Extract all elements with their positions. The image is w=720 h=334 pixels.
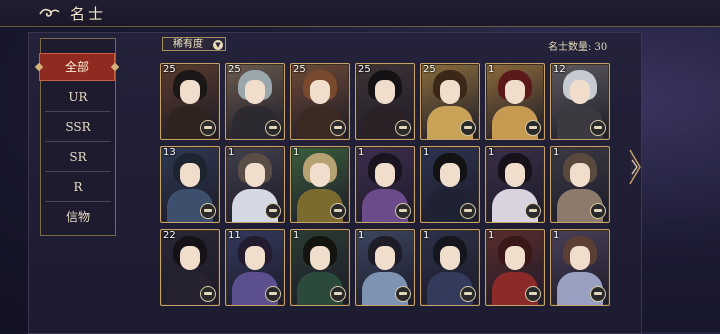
swirl-back-icon[interactable] [38, 5, 60, 21]
portrait-face [440, 163, 460, 187]
chevron-down-icon: ▼ [213, 40, 223, 50]
card-level: 1 [423, 230, 430, 241]
sort-label: 稀有度 [173, 39, 203, 50]
filter-sidebar: 全部 UR SSR SR R 信物 [39, 38, 116, 236]
character-card[interactable]: 1 [485, 229, 545, 306]
portrait-face [570, 163, 590, 187]
card-level: 1 [488, 64, 495, 75]
top-bar: 名士 [0, 0, 720, 27]
equip-badge-icon [395, 120, 411, 136]
tab-all[interactable]: 全部 [39, 53, 115, 81]
character-card[interactable]: 1 [550, 229, 610, 306]
portrait-face [310, 163, 330, 187]
portrait-face [245, 246, 265, 270]
card-level: 25 [358, 64, 371, 75]
character-card[interactable]: 1 [420, 146, 480, 223]
portrait-face [180, 163, 200, 187]
card-level: 25 [163, 64, 176, 75]
portrait-face [310, 246, 330, 270]
character-card[interactable]: 12 [550, 63, 610, 140]
portrait-face [310, 80, 330, 104]
character-card[interactable]: 11 [225, 229, 285, 306]
portrait-face [180, 80, 200, 104]
portrait-face [570, 246, 590, 270]
character-card[interactable]: 1 [550, 146, 610, 223]
card-level: 1 [553, 147, 560, 158]
card-level: 1 [358, 147, 365, 158]
character-count: 名士数量: 30 [548, 42, 608, 53]
card-level: 1 [488, 147, 495, 158]
equip-badge-icon [460, 286, 476, 302]
card-level: 13 [163, 147, 176, 158]
card-level: 25 [293, 64, 306, 75]
character-card[interactable]: 1 [355, 146, 415, 223]
equip-badge-icon [395, 203, 411, 219]
portrait-face [375, 246, 395, 270]
card-level: 1 [553, 230, 560, 241]
card-level: 1 [293, 147, 300, 158]
equip-badge-icon [460, 120, 476, 136]
equip-badge-icon [395, 286, 411, 302]
equip-badge-icon [330, 203, 346, 219]
portrait-face [245, 80, 265, 104]
card-level: 1 [293, 230, 300, 241]
equip-badge-icon [525, 203, 541, 219]
tab-ur[interactable]: UR [45, 83, 111, 112]
character-card[interactable]: 25 [160, 63, 220, 140]
character-card[interactable]: 1 [485, 63, 545, 140]
equip-badge-icon [265, 203, 281, 219]
portrait-face [505, 246, 525, 270]
equip-badge-icon [265, 120, 281, 136]
character-card[interactable]: 25 [420, 63, 480, 140]
tab-token[interactable]: 信物 [45, 203, 111, 231]
equip-badge-icon [265, 286, 281, 302]
equip-badge-icon [590, 120, 606, 136]
portrait-face [375, 80, 395, 104]
character-card[interactable]: 1 [290, 229, 350, 306]
tab-r[interactable]: R [45, 173, 111, 202]
portrait-face [505, 163, 525, 187]
card-level: 11 [228, 230, 241, 241]
portrait-face [180, 246, 200, 270]
card-level: 1 [358, 230, 365, 241]
portrait-face [375, 163, 395, 187]
character-card[interactable]: 25 [355, 63, 415, 140]
character-card[interactable]: 25 [225, 63, 285, 140]
character-card[interactable]: 1 [420, 229, 480, 306]
portrait-face [440, 246, 460, 270]
equip-badge-icon [525, 286, 541, 302]
card-level: 22 [163, 230, 176, 241]
equip-badge-icon [200, 286, 216, 302]
character-card[interactable]: 25 [290, 63, 350, 140]
equip-badge-icon [200, 120, 216, 136]
card-level: 1 [423, 147, 430, 158]
equip-badge-icon [590, 203, 606, 219]
equip-badge-icon [330, 286, 346, 302]
card-level: 1 [488, 230, 495, 241]
equip-badge-icon [590, 286, 606, 302]
character-card[interactable]: 13 [160, 146, 220, 223]
right-arrow-icon[interactable] [628, 148, 642, 186]
card-level: 12 [553, 64, 566, 75]
equip-badge-icon [330, 120, 346, 136]
portrait-face [570, 80, 590, 104]
card-level: 25 [228, 64, 241, 75]
character-card[interactable]: 1 [355, 229, 415, 306]
tab-sr[interactable]: SR [45, 143, 111, 172]
card-level: 25 [423, 64, 436, 75]
sort-rarity-button[interactable]: 稀有度 ▼ [162, 37, 226, 51]
portrait-face [245, 163, 265, 187]
portrait-face [505, 80, 525, 104]
equip-badge-icon [460, 203, 476, 219]
character-card[interactable]: 1 [485, 146, 545, 223]
equip-badge-icon [200, 203, 216, 219]
page-title: 名士 [70, 5, 107, 23]
equip-badge-icon [525, 120, 541, 136]
character-card[interactable]: 1 [290, 146, 350, 223]
character-card[interactable]: 1 [225, 146, 285, 223]
card-level: 1 [228, 147, 235, 158]
portrait-face [440, 80, 460, 104]
tab-ssr[interactable]: SSR [45, 113, 111, 142]
character-card[interactable]: 22 [160, 229, 220, 306]
